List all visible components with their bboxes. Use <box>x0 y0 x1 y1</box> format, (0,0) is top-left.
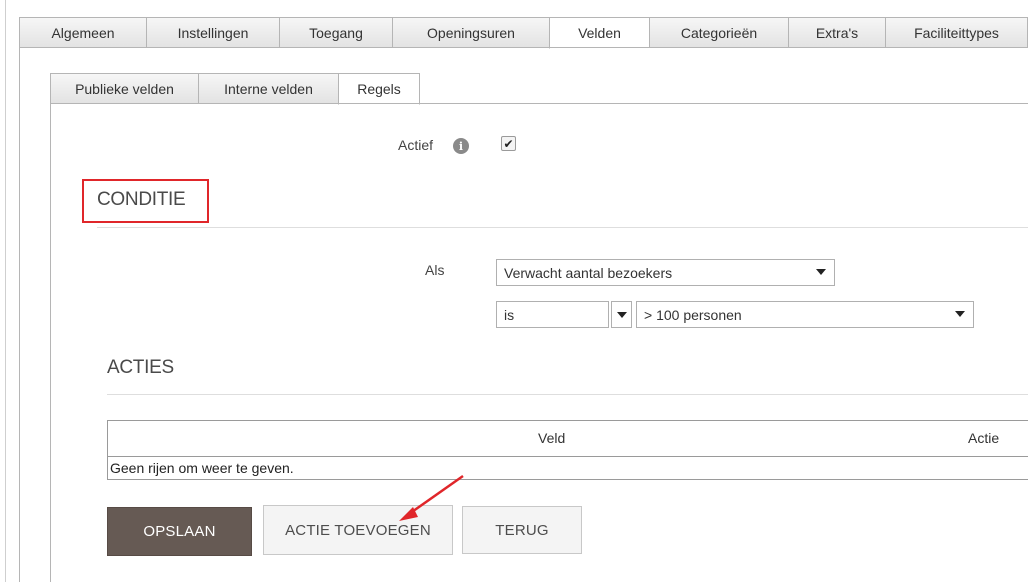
table-empty-message: Geen rijen om weer te geven. <box>110 460 294 476</box>
acties-table: Veld Actie Geen rijen om weer te geven. <box>107 420 1028 480</box>
operator-dropdown-button[interactable] <box>611 301 632 328</box>
column-header-veld[interactable]: Veld <box>538 430 565 446</box>
value-select-value: > 100 personen <box>644 306 742 323</box>
top-tab-bar: Algemeen Instellingen Toegang Openingsur… <box>19 17 1028 49</box>
tab-openingsuren[interactable]: Openingsuren <box>392 17 549 48</box>
acties-heading: ACTIES <box>107 357 174 378</box>
annotation-arrow-icon <box>399 474 464 521</box>
field-select-value: Verwacht aantal bezoekers <box>504 264 673 281</box>
back-button[interactable]: TERUG <box>462 506 582 554</box>
tab-velden[interactable]: Velden <box>549 17 649 49</box>
operator-select-value: is <box>504 306 515 323</box>
column-header-actie[interactable]: Actie <box>968 430 999 446</box>
conditie-divider <box>97 227 1028 228</box>
save-button[interactable]: OPSLAAN <box>107 507 252 556</box>
tab-interne-velden[interactable]: Interne velden <box>198 73 338 104</box>
tab-algemeen[interactable]: Algemeen <box>19 17 146 48</box>
actief-checkbox[interactable]: ✔ <box>501 136 516 151</box>
sub-tab-bar: Publieke velden Interne velden Regels <box>50 73 420 105</box>
tab-extras[interactable]: Extra's <box>788 17 885 48</box>
tab-faciliteittypes[interactable]: Faciliteittypes <box>885 17 1028 48</box>
operator-select[interactable]: is <box>496 301 609 328</box>
chevron-down-icon <box>955 311 965 317</box>
tab-categorieen[interactable]: Categorieën <box>649 17 788 48</box>
page-frame-border <box>5 0 6 582</box>
tab-toegang[interactable]: Toegang <box>279 17 392 48</box>
tab-regels[interactable]: Regels <box>338 73 420 105</box>
field-select[interactable]: Verwacht aantal bezoekers <box>496 259 835 286</box>
table-header: Veld Actie <box>108 421 1028 457</box>
conditie-highlight-box <box>82 179 209 223</box>
info-icon[interactable]: i <box>453 138 469 154</box>
acties-divider <box>107 394 1028 395</box>
als-label: Als <box>425 262 445 278</box>
tab-publieke-velden[interactable]: Publieke velden <box>50 73 198 104</box>
chevron-down-icon <box>617 312 627 318</box>
chevron-down-icon <box>816 269 826 275</box>
tab-instellingen[interactable]: Instellingen <box>146 17 279 48</box>
value-select[interactable]: > 100 personen <box>636 301 974 328</box>
actief-label: Actief <box>398 137 434 153</box>
